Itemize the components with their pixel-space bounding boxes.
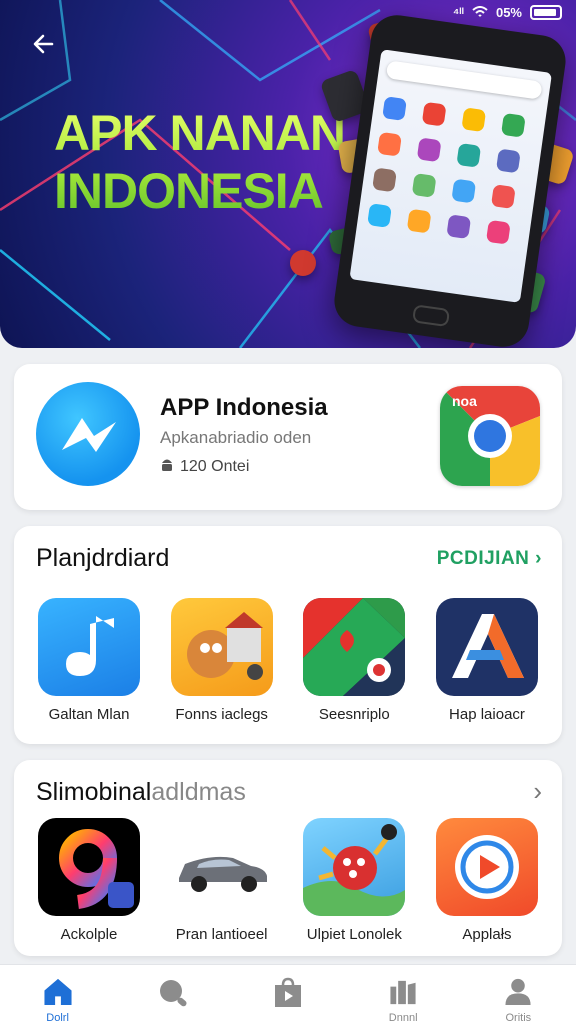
section-popular: Planjdrdiard PCDIJIAN › Galtan Mlan Fonn… xyxy=(14,526,562,744)
app-tile[interactable]: Applałs xyxy=(432,818,542,943)
nav-tab-home[interactable]: Dolrl xyxy=(18,965,98,1024)
app-label: Hap laioacr xyxy=(449,706,525,723)
profile-icon[interactable] xyxy=(503,977,533,1006)
featured-app-card[interactable]: APP Indonesia Apkanabriadio oden 120 Ont… xyxy=(14,364,562,510)
section-title-muted: adldmas xyxy=(151,778,246,806)
section-recommended: Slimobinaladldmas › Ackolple Pran lantio… xyxy=(14,760,562,956)
car-icon[interactable] xyxy=(170,818,273,916)
app-tile[interactable]: Fonns iaclegs xyxy=(167,598,277,723)
letter-a-icon[interactable] xyxy=(435,598,538,696)
featured-app-downloads: 120 Ontei xyxy=(180,457,250,475)
app-tile[interactable]: Ackolple xyxy=(34,818,144,943)
app-label: Pran lantioeel xyxy=(175,926,268,943)
game-character-icon[interactable] xyxy=(170,598,273,696)
nav-tab-label: Oritis xyxy=(505,1012,532,1024)
wifi-icon xyxy=(472,6,488,17)
app-label: Ackolple xyxy=(60,926,118,943)
android-icon xyxy=(160,456,174,477)
hero-title: APK NANAN INDONESIA xyxy=(54,104,345,220)
store-bag-icon[interactable] xyxy=(273,977,303,1009)
hero-title-line2: INDONESIA xyxy=(54,163,323,219)
chrome-badge-text: noa xyxy=(452,393,477,409)
search-icon[interactable] xyxy=(157,977,189,1009)
phone-screen xyxy=(349,49,553,303)
bottom-navigation: Dolrl Dnnnl Oritis xyxy=(0,964,576,1024)
battery-percent: 05% xyxy=(495,4,522,20)
home-icon[interactable] xyxy=(41,977,75,1006)
map-pin-icon[interactable] xyxy=(303,598,406,696)
music-note-icon[interactable] xyxy=(38,598,140,696)
messenger-icon[interactable] xyxy=(36,382,140,486)
chevron-right-icon[interactable]: › xyxy=(535,548,542,569)
battery-icon xyxy=(530,4,562,20)
app-tile[interactable]: Galtan Mlan xyxy=(34,598,144,723)
app-row: Ackolple Pran lantioeel Ulpiet Lonolek A… xyxy=(34,818,542,943)
featured-app-title[interactable]: APP Indonesia xyxy=(160,394,328,422)
hero-banner: ⁴ᴵᴵ 05% APK NANAN INDONESIA xyxy=(0,0,576,348)
app-label: Galtan Mlan xyxy=(48,706,130,723)
back-arrow-icon[interactable] xyxy=(30,30,66,66)
app-label: Fonns iaclegs xyxy=(175,706,268,723)
section-title-main: Slimobinal xyxy=(36,778,152,806)
chevron-right-icon[interactable]: › xyxy=(533,776,542,807)
nav-tab-label: Dnnnl xyxy=(388,1012,418,1024)
play-button-icon[interactable] xyxy=(435,818,538,916)
phone-app-grid xyxy=(367,96,536,246)
featured-app-meta: 120 Ontei xyxy=(160,456,249,477)
library-icon[interactable] xyxy=(388,977,418,1006)
status-bar: ⁴ᴵᴵ 05% xyxy=(453,0,576,24)
section-title: Planjdrdiard xyxy=(36,544,170,572)
see-all-label[interactable]: PCDIJIAN xyxy=(437,548,530,569)
app-tile[interactable]: Pran lantioeel xyxy=(167,818,277,943)
phone-home-button xyxy=(411,304,451,328)
app-tile[interactable]: Seesnriplo xyxy=(299,598,409,723)
app-tile[interactable]: Ulpiet Lonolek xyxy=(299,818,409,943)
nav-tab-label: Dolrl xyxy=(46,1012,69,1024)
nav-tab-library[interactable]: Dnnnl xyxy=(363,965,443,1024)
number-nine-icon[interactable] xyxy=(38,818,140,916)
app-label: Applałs xyxy=(462,926,512,943)
see-all-link[interactable]: PCDIJIAN › xyxy=(437,548,542,570)
cartoon-game-icon[interactable] xyxy=(303,818,406,916)
section-title: Slimobinaladldmas xyxy=(36,778,246,807)
nav-tab-profile[interactable]: Oritis xyxy=(478,965,558,1024)
app-label: Seesnriplo xyxy=(318,706,390,723)
floating-app-icon xyxy=(290,250,316,276)
app-label: Ulpiet Lonolek xyxy=(306,926,402,943)
app-row: Galtan Mlan Fonns iaclegs Seesnriplo Hap… xyxy=(34,598,542,723)
nav-tab-store[interactable] xyxy=(248,965,328,1024)
hero-title-line1: APK NANAN xyxy=(54,105,345,161)
signal-icon: ⁴ᴵᴵ xyxy=(452,4,464,20)
app-tile[interactable]: Hap laioacr xyxy=(432,598,542,723)
phone-search-bar xyxy=(385,60,543,100)
nav-tab-search[interactable] xyxy=(133,965,213,1024)
chrome-icon[interactable]: noa xyxy=(440,386,540,486)
featured-app-subtitle: Apkanabriadio oden xyxy=(160,428,312,447)
